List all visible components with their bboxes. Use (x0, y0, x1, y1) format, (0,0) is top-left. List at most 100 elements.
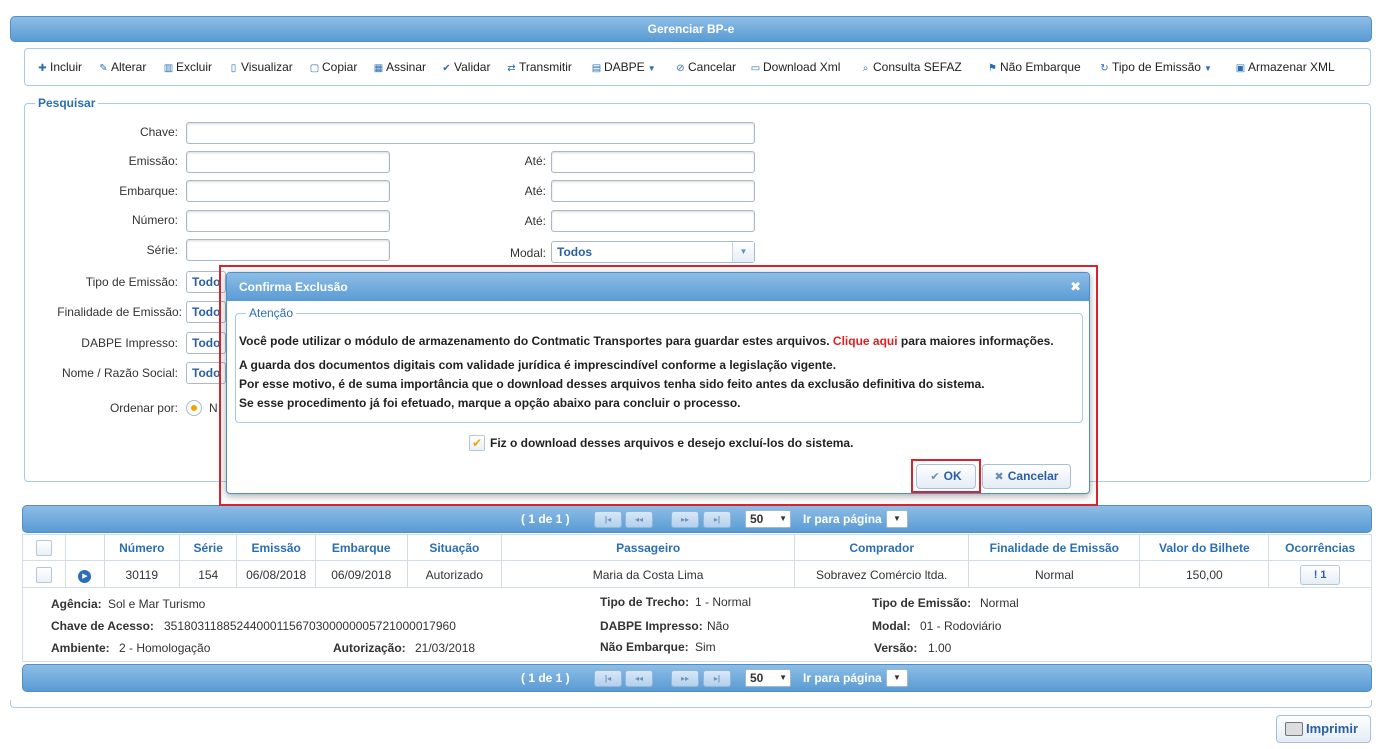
serie-input[interactable] (186, 239, 390, 261)
copy-button[interactable]: ▢ Copiar (309, 60, 358, 74)
goto-page-label: Ir para página (803, 512, 882, 526)
check-icon: ✔ (442, 63, 451, 74)
col-finalidade[interactable]: Finalidade de Emissão (968, 534, 1141, 561)
print-button[interactable]: Imprimir (1276, 715, 1371, 743)
last-page-button[interactable]: ▸| (703, 670, 731, 687)
col-ocorrencias[interactable]: Ocorrências (1268, 534, 1372, 561)
page-size-select[interactable]: 50 ▼ (745, 510, 791, 528)
page-size-select[interactable]: 50 ▼ (745, 669, 791, 687)
numero-to-input[interactable] (551, 210, 755, 232)
chave-value: 3518031188524400011567030000000572100001… (164, 619, 456, 633)
embarque-to-input[interactable] (551, 180, 755, 202)
chevron-down-icon: ▼ (779, 514, 787, 523)
cell-numero: 30119 (103, 560, 181, 589)
clipboard-icon: ▢ (309, 63, 320, 74)
emissao-to-input[interactable] (551, 151, 755, 173)
cell-embarque: 06/09/2018 (314, 560, 408, 589)
emissao-label: Emissão: (128, 154, 178, 168)
ordenar-option-label: N (209, 401, 218, 415)
col-situacao[interactable]: Situação (406, 534, 503, 561)
pager-bottom: ( 1 de 1 ) |◂ ◂◂ ▸▸ ▸| 50 ▼ Ir para págin… (22, 664, 1372, 692)
modal-select[interactable]: Todos ▼ (551, 241, 755, 263)
cancel-icon: ⊘ (676, 63, 685, 74)
dabpe-impresso-label: DABPE Impresso: (81, 336, 178, 350)
ambiente-value: 2 - Homologação (119, 641, 211, 655)
goto-page-select[interactable]: ▼ (886, 510, 908, 528)
first-page-button[interactable]: |◂ (594, 511, 622, 528)
dabpe-key: DABPE Impresso: (600, 619, 703, 633)
tipo-emissao-value: Normal (980, 596, 1019, 610)
cell-valor: 150,00 (1139, 560, 1270, 589)
col-passageiro[interactable]: Passageiro (501, 534, 796, 561)
armazenar-xml-button[interactable]: ▣ Armazenar XML (1235, 60, 1335, 74)
cancel-doc-button[interactable]: ⊘ Cancelar (675, 60, 736, 74)
goto-page-select[interactable]: ▼ (886, 669, 908, 687)
clique-aqui-link[interactable]: Clique aqui (833, 334, 898, 348)
sign-button[interactable]: ▦ Assinar (373, 60, 426, 74)
consulta-sefaz-button[interactable]: ⌕ Consulta SEFAZ (860, 60, 962, 74)
col-numero[interactable]: Número (103, 534, 181, 561)
modal-value: 01 - Rodoviário (920, 619, 1002, 633)
cancel-button[interactable]: ✖ Cancelar (982, 464, 1071, 489)
page-title: Gerenciar BP-e (10, 16, 1372, 42)
dialog-title-bar: Confirma Exclusão ✖ (227, 273, 1089, 301)
page-frame-bottom (10, 700, 1372, 708)
dialog-title: Confirma Exclusão (239, 280, 348, 294)
edit-button[interactable]: ✎ Alterar (98, 60, 146, 74)
ocorrencias-button[interactable]: ! 1 (1300, 564, 1341, 585)
nao-embarque-button[interactable]: ⚑ Não Embarque (987, 60, 1081, 74)
numero-label: Número: (131, 213, 178, 227)
tipo-emissao-menu[interactable]: ↻ Tipo de Emissão ▼ (1099, 60, 1212, 74)
validate-button[interactable]: ✔ Validar (441, 60, 490, 74)
next-page-button[interactable]: ▸▸ (671, 670, 699, 687)
page-info: ( 1 de 1 ) (521, 512, 570, 526)
delete-button[interactable]: ▥ Excluir (163, 60, 212, 74)
cell-passageiro: Maria da Costa Lima (501, 560, 796, 589)
numero-ate-label: Até: (524, 214, 546, 228)
search-icon: ⌕ (862, 63, 869, 74)
col-serie[interactable]: Série (179, 534, 238, 561)
printer-icon (1285, 722, 1303, 736)
first-page-button[interactable]: |◂ (594, 670, 622, 687)
confirm-download-checkbox[interactable]: ✔ (469, 435, 485, 451)
next-page-button[interactable]: ▸▸ (671, 511, 699, 528)
agencia-value: Sol e Mar Turismo (108, 597, 206, 611)
col-embarque[interactable]: Embarque (314, 534, 408, 561)
numero-from-input[interactable] (186, 210, 390, 232)
prev-page-button[interactable]: ◂◂ (625, 511, 653, 528)
close-icon[interactable]: ✖ (1070, 273, 1081, 301)
ok-button[interactable]: ✔ OK (916, 464, 976, 489)
last-page-button[interactable]: ▸| (703, 511, 731, 528)
trash-icon: ▥ (163, 63, 174, 74)
col-valor[interactable]: Valor do Bilhete (1139, 534, 1270, 561)
plus-icon: ✚ (38, 63, 47, 74)
dabpe-value: Não (707, 619, 730, 633)
view-button[interactable]: ▯ Visualizar (228, 60, 293, 74)
confirm-download-label[interactable]: Fiz o download desses arquivos e desejo … (490, 436, 853, 450)
cell-situacao: Autorizado (406, 560, 503, 589)
ordenar-label: Ordenar por: (109, 401, 178, 415)
cell-emissao: 06/08/2018 (236, 560, 316, 589)
ordenar-radio[interactable] (186, 400, 202, 416)
chave-key: Chave de Acesso: (51, 619, 154, 633)
attention-line-1: Você pode utilizar o módulo de armazenam… (239, 334, 1054, 348)
select-all-checkbox[interactable] (36, 539, 53, 556)
versao-value: 1.00 (928, 641, 952, 655)
row-checkbox[interactable] (36, 566, 53, 583)
table-row[interactable]: ▶ 30119 154 06/08/2018 06/09/2018 Autori… (21, 560, 1372, 589)
cell-ocorrencias: ! 1 (1268, 560, 1372, 589)
chave-input[interactable] (186, 122, 755, 144)
prev-page-button[interactable]: ◂◂ (625, 670, 653, 687)
folder-icon: ▭ (750, 63, 761, 74)
include-button[interactable]: ✚ Incluir (37, 60, 82, 74)
dabpe-menu[interactable]: ▤ DABPE ▼ (591, 60, 656, 74)
col-comprador[interactable]: Comprador (794, 534, 970, 561)
transmit-button[interactable]: ⇄ Transmitir (506, 60, 572, 74)
select-all-header[interactable] (21, 534, 67, 561)
download-xml-button[interactable]: ▭ Download Xml (750, 60, 841, 74)
pencil-icon: ✎ (99, 63, 108, 74)
col-emissao[interactable]: Emissão (236, 534, 316, 561)
emissao-from-input[interactable] (186, 151, 390, 173)
expand-icon[interactable]: ▶ (78, 569, 92, 583)
embarque-from-input[interactable] (186, 180, 390, 202)
